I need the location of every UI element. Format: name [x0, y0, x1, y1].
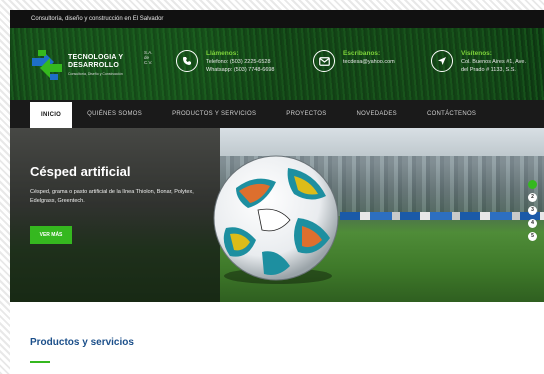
tagline: Consultoría, diseño y construcción en El…	[31, 16, 164, 22]
slide-dot-2[interactable]: 2	[528, 193, 537, 202]
slide-dot-5[interactable]: 5	[528, 232, 537, 241]
contact-title: Llámenos:	[206, 50, 239, 57]
stadium-adboard	[340, 212, 544, 220]
contact-line: Col. Buenos Aires #1, Ave.	[461, 59, 527, 65]
hero-overlay	[10, 128, 220, 302]
logo-sa: S.A. de C.V.	[144, 50, 153, 65]
logo-subtitle: Consultoría, Diseño y Construcción	[68, 72, 123, 76]
email-link[interactable]: tecdesa@yahoo.com	[343, 58, 395, 66]
nav-item-inicio[interactable]: INICIO	[30, 102, 73, 128]
slider-pagination: 1 2 3 4 5	[528, 180, 542, 245]
contact-address: Visítenos: Col. Buenos Aires #1, Ave. de…	[431, 50, 526, 74]
contact-line: del Prado # 1133, S.S.	[461, 67, 516, 73]
contact-line: Telefono: (503) 2225-6528	[206, 59, 271, 65]
slide-dot-4[interactable]: 4	[528, 219, 537, 228]
company-logo[interactable]: TECNOLOGIA Y DESARROLLO Consultoría, Dis…	[30, 48, 153, 82]
slide-dot-3[interactable]: 3	[528, 206, 537, 215]
section-title-underline	[30, 361, 50, 363]
nav-item-productos-servicios[interactable]: PRODUCTOS Y SERVICIOS	[157, 100, 271, 128]
website-page: Consultoría, diseño y construcción en El…	[10, 10, 544, 374]
logo-text: TECNOLOGIA Y DESARROLLO Consultoría, Dis…	[68, 54, 123, 76]
contact-line: Whatsapp: (503) 7748-6698	[206, 67, 275, 73]
mail-icon	[313, 50, 335, 72]
section-title: Productos y servicios	[30, 337, 134, 348]
nav-item-quienes-somos[interactable]: QUIÉNES SOMOS	[72, 100, 157, 128]
logo-title-line1: TECNOLOGIA Y	[68, 54, 124, 61]
slide-dot-1[interactable]: 1	[528, 180, 537, 189]
contact-phone: Llámenos: Telefono: (503) 2225-6528 What…	[176, 50, 275, 74]
header: TECNOLOGIA Y DESARROLLO Consultoría, Dis…	[10, 28, 544, 100]
contact-title: Escribanos:	[343, 50, 381, 57]
nav-item-proyectos[interactable]: PROYECTOS	[271, 100, 341, 128]
main-nav: INICIO QUIÉNES SOMOS PRODUCTOS Y SERVICI…	[10, 100, 544, 128]
top-bar: Consultoría, diseño y construcción en El…	[10, 10, 544, 28]
hero-title: Césped artificial	[30, 164, 131, 179]
location-arrow-icon	[431, 50, 453, 72]
nav-item-novedades[interactable]: NOVEDADES	[342, 100, 412, 128]
nav-item-contactenos[interactable]: CONTÁCTENOS	[412, 100, 491, 128]
contact-email: Escribanos: tecdesa@yahoo.com	[313, 50, 395, 72]
soccer-ball-image	[213, 155, 339, 284]
contact-title: Visítenos:	[461, 50, 492, 57]
hero-description: Césped, grama o pasto artificial de la l…	[30, 189, 194, 204]
ver-mas-button[interactable]: VER MÁS	[30, 226, 72, 244]
phone-icon	[176, 50, 198, 72]
hero-slider: Césped artificial Césped, grama o pasto …	[10, 128, 544, 302]
logo-icon	[32, 50, 62, 80]
logo-title-line2: DESARROLLO	[68, 62, 119, 69]
